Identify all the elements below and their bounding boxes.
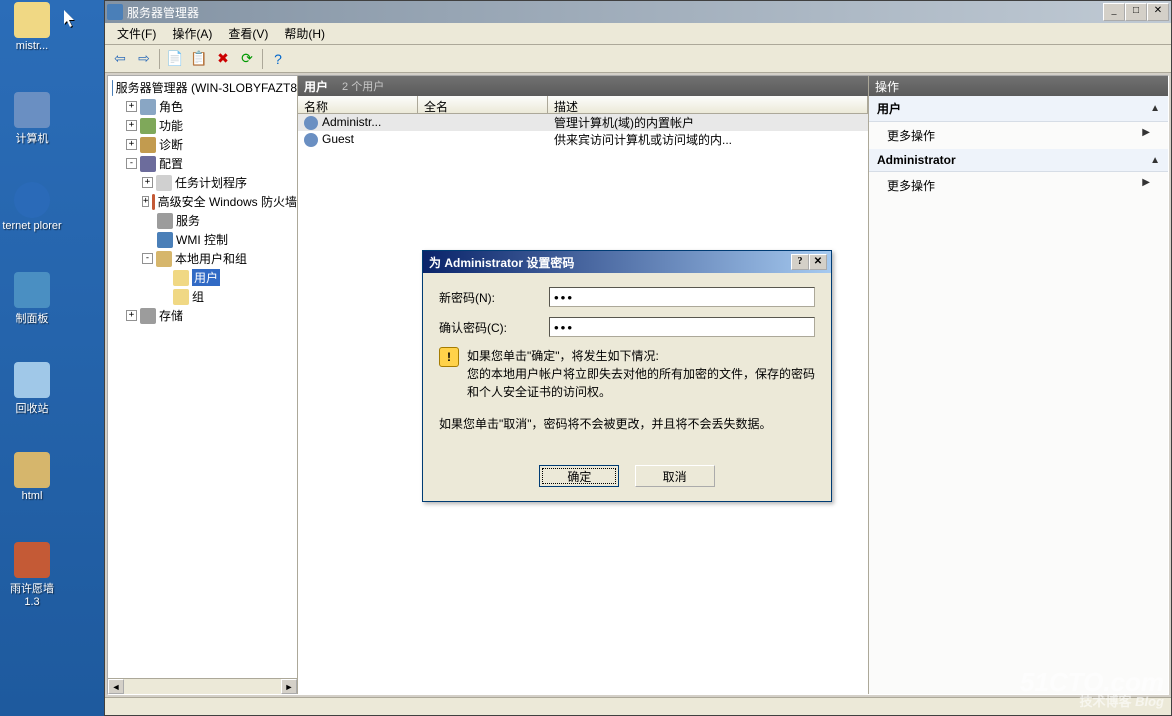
new-password-input[interactable] <box>549 287 815 307</box>
menu-file[interactable]: 文件(F) <box>109 23 164 44</box>
tree-firewall[interactable]: +高级安全 Windows 防火墙 <box>108 192 297 211</box>
user-row-administrator[interactable]: Administr... 管理计算机(域)的内置帐户 <box>298 114 868 131</box>
col-name[interactable]: 名称 <box>298 96 418 113</box>
desktop-icon-recycle-bin[interactable]: 回收站 <box>2 362 62 416</box>
menu-bar: 文件(F) 操作(A) 查看(V) 帮助(H) <box>105 23 1171 45</box>
label-new-password: 新密码(N): <box>439 289 549 306</box>
ok-button[interactable]: 确定 <box>539 465 619 487</box>
tree-panel[interactable]: 服务器管理器 (WIN-3LOBYFAZT8 +角色 +功能 +诊断 -配置 +… <box>108 76 298 694</box>
back-button[interactable]: ⇦ <box>109 48 131 70</box>
desktop-icon-ie[interactable]: ternet plorer <box>2 182 62 232</box>
toolbar: ⇦ ⇨ 📄 📋 ✖ ⟳ ? <box>105 45 1171 73</box>
tree-diagnostics[interactable]: +诊断 <box>108 135 297 154</box>
tree-groups[interactable]: 组 <box>108 287 297 306</box>
cursor-icon <box>64 10 76 28</box>
toolbar-separator <box>262 49 263 69</box>
confirm-password-input[interactable] <box>549 317 815 337</box>
info-text: 如果您单击"取消"，密码将不会被更改，并且将不会丢失数据。 <box>439 415 815 433</box>
maximize-button[interactable]: □ <box>1125 3 1147 21</box>
user-icon <box>304 116 318 130</box>
actions-panel: 操作 用户▲ 更多操作▶ Administrator▲ 更多操作▶ <box>868 76 1168 694</box>
desktop-icon-folder[interactable]: mistr... <box>2 2 62 52</box>
tree-storage[interactable]: +存储 <box>108 306 297 325</box>
window-title: 服务器管理器 <box>123 4 1103 21</box>
title-bar[interactable]: 服务器管理器 _ □ ✕ <box>105 1 1171 23</box>
collapse-icon: ▲ <box>1150 103 1160 114</box>
list-title: 用户 <box>304 78 328 95</box>
menu-view[interactable]: 查看(V) <box>220 23 276 44</box>
warning-icon: ! <box>439 347 459 367</box>
col-desc[interactable]: 描述 <box>548 96 868 113</box>
menu-action[interactable]: 操作(A) <box>164 23 220 44</box>
submenu-icon: ▶ <box>1142 127 1150 144</box>
action-more-admin[interactable]: 更多操作▶ <box>869 172 1168 199</box>
help-button[interactable]: ? <box>267 48 289 70</box>
collapse-icon: ▲ <box>1150 155 1160 166</box>
list-header: 名称 全名 描述 <box>298 96 868 114</box>
watermark: 51CTO.com 技术博客 Blog <box>1020 669 1164 708</box>
forward-button[interactable]: ⇨ <box>133 48 155 70</box>
user-row-guest[interactable]: Guest 供来宾访问计算机或访问域的内... <box>298 131 868 148</box>
list-title-bar: 用户 2 个用户 <box>298 76 868 96</box>
desktop-icon-html[interactable]: html <box>2 452 62 502</box>
close-button[interactable]: ✕ <box>1147 3 1169 21</box>
tree-local-users-groups[interactable]: -本地用户和组 <box>108 249 297 268</box>
tree-features[interactable]: +功能 <box>108 116 297 135</box>
list-subtitle: 2 个用户 <box>342 78 384 94</box>
actions-header: 操作 <box>869 76 1168 96</box>
delete-button[interactable]: ✖ <box>212 48 234 70</box>
desktop-icon-control-panel[interactable]: 制面板 <box>2 272 62 326</box>
col-fullname[interactable]: 全名 <box>418 96 548 113</box>
tree-hscroll[interactable]: ◄► <box>108 678 297 694</box>
status-bar <box>105 697 1171 715</box>
app-icon <box>107 4 123 20</box>
desktop-icon-computer[interactable]: 计算机 <box>2 92 62 146</box>
dialog-title: 为 Administrator 设置密码 <box>427 254 791 271</box>
user-icon <box>304 133 318 147</box>
actions-section-admin[interactable]: Administrator▲ <box>869 149 1168 172</box>
dialog-help-button[interactable]: ? <box>791 254 809 270</box>
tree-root[interactable]: 服务器管理器 (WIN-3LOBYFAZT8 <box>108 78 297 97</box>
desktop-icon-app[interactable]: 雨许愿墙 1.3 <box>2 542 62 608</box>
label-confirm-password: 确认密码(C): <box>439 319 549 336</box>
actions-section-users[interactable]: 用户▲ <box>869 96 1168 122</box>
set-password-dialog: 为 Administrator 设置密码 ? ✕ 新密码(N): 确认密码(C)… <box>422 250 832 502</box>
tree-services[interactable]: 服务 <box>108 211 297 230</box>
tree-wmi[interactable]: WMI 控制 <box>108 230 297 249</box>
action-more-users[interactable]: 更多操作▶ <box>869 122 1168 149</box>
tree-users[interactable]: 用户 <box>108 268 297 287</box>
submenu-icon: ▶ <box>1142 177 1150 194</box>
warning-text: 如果您单击"确定"，将发生如下情况: 您的本地用户帐户将立即失去对他的所有加密的… <box>467 347 815 401</box>
tree-roles[interactable]: +角色 <box>108 97 297 116</box>
refresh-button[interactable]: ⟳ <box>236 48 258 70</box>
up-button[interactable]: 📄 <box>164 48 186 70</box>
cancel-button[interactable]: 取消 <box>635 465 715 487</box>
tree-config[interactable]: -配置 <box>108 154 297 173</box>
toolbar-separator <box>159 49 160 69</box>
properties-button[interactable]: 📋 <box>188 48 210 70</box>
dialog-title-bar[interactable]: 为 Administrator 设置密码 ? ✕ <box>423 251 831 273</box>
dialog-close-button[interactable]: ✕ <box>809 254 827 270</box>
tree-task-scheduler[interactable]: +任务计划程序 <box>108 173 297 192</box>
menu-help[interactable]: 帮助(H) <box>276 23 333 44</box>
minimize-button[interactable]: _ <box>1103 3 1125 21</box>
